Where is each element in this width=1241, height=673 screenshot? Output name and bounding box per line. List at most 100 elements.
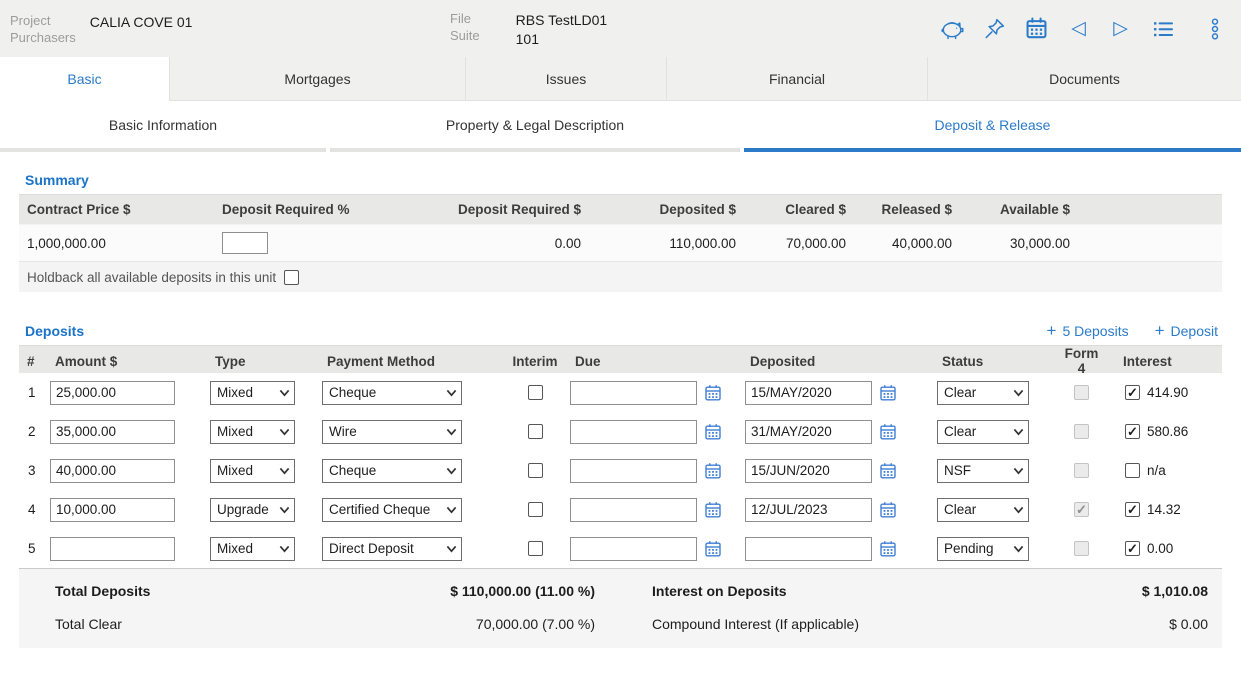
deposits-col-header: Interim (512, 353, 558, 369)
chevron-down-icon (446, 545, 457, 553)
deposited-calendar-icon[interactable] (879, 384, 897, 402)
total-deposits-label: Total Deposits (55, 582, 151, 599)
type-select[interactable]: Upgrade (210, 497, 295, 522)
due-calendar-icon[interactable] (704, 384, 722, 402)
list-icon[interactable] (1150, 16, 1175, 41)
interest-checkbox[interactable] (1125, 541, 1140, 556)
chevron-down-icon (446, 467, 457, 475)
file-suite-label: File Suite (450, 11, 480, 43)
payment-method-select[interactable]: Cheque (322, 380, 462, 405)
previous-icon[interactable]: ◁ (1066, 16, 1091, 41)
subtab-basic-information[interactable]: Basic Information (0, 101, 326, 152)
due-calendar-icon[interactable] (704, 540, 722, 558)
chevron-down-icon (446, 506, 457, 514)
more-options-icon[interactable] (1202, 16, 1227, 41)
interim-checkbox[interactable] (527, 385, 543, 400)
due-date-input[interactable] (570, 458, 697, 483)
holdback-checkbox[interactable] (284, 269, 300, 285)
interest-checkbox[interactable] (1125, 424, 1140, 439)
payment-method-select[interactable]: Direct Deposit (322, 536, 462, 561)
pushpin-icon[interactable] (982, 16, 1007, 41)
due-date-input[interactable] (570, 497, 697, 522)
deposited-date-input[interactable] (745, 419, 872, 444)
type-select[interactable]: Mixed (210, 419, 295, 444)
deposit-release-panel: Summary Contract Price $ Deposit Required… (0, 152, 1241, 648)
cleared-value: 70,000.00 (785, 235, 846, 251)
chevron-down-icon (1013, 428, 1024, 436)
project-purchasers-label: Project Purchasers (10, 13, 76, 45)
amount-input[interactable] (50, 497, 175, 522)
interim-checkbox[interactable] (527, 541, 543, 556)
main-tabs: Basic Mortgages Issues Financial Documents (0, 57, 1241, 101)
interest-checkbox[interactable] (1125, 502, 1140, 517)
next-icon[interactable]: ▷ (1108, 16, 1133, 41)
amount-input[interactable] (50, 380, 175, 405)
deposited-date-input[interactable] (745, 458, 872, 483)
interest-checkbox[interactable] (1125, 463, 1140, 478)
tab-financial[interactable]: Financial (667, 57, 928, 101)
piggy-bank-icon[interactable] (940, 16, 965, 41)
interest-on-deposits-label: Interest on Deposits (652, 582, 787, 599)
deposit-row: 1 Mixed Cheque (19, 373, 1222, 412)
due-calendar-icon[interactable] (704, 423, 722, 441)
released-value: 40,000.00 (891, 235, 952, 251)
due-calendar-icon[interactable] (704, 501, 722, 519)
payment-method-select[interactable]: Cheque (322, 458, 462, 483)
deposited-calendar-icon[interactable] (879, 423, 897, 441)
amount-input[interactable] (50, 536, 175, 561)
payment-method-select[interactable]: Wire (322, 419, 462, 444)
interim-checkbox[interactable] (527, 502, 543, 517)
status-select[interactable]: Clear (937, 419, 1029, 444)
form4-checkbox (1074, 463, 1089, 478)
holdback-label: Holdback all available deposits in this … (27, 269, 277, 285)
deposit-row: 4 Upgrade Certified Cheque (19, 490, 1222, 529)
add-deposit-link[interactable]: + Deposit (1155, 322, 1218, 339)
deposit-number: 5 (28, 541, 36, 556)
form4-checkbox (1074, 385, 1089, 400)
payment-method-select[interactable]: Certified Cheque (322, 497, 462, 522)
chevron-down-icon (1013, 389, 1024, 397)
tab-basic[interactable]: Basic (0, 57, 170, 101)
status-select[interactable]: Clear (937, 380, 1029, 405)
interim-checkbox[interactable] (527, 463, 543, 478)
deposit-number: 2 (28, 424, 36, 439)
deposited-calendar-icon[interactable] (879, 462, 897, 480)
tab-issues[interactable]: Issues (466, 57, 667, 101)
summary-table-row: 1,000,000.00 0.00 110,000.00 70,000.00 4… (19, 224, 1222, 261)
amount-input[interactable] (50, 458, 175, 483)
summary-col-header: Cleared $ (785, 202, 846, 217)
status-select[interactable]: Clear (937, 497, 1029, 522)
calendar-icon[interactable] (1024, 16, 1049, 41)
status-select[interactable]: Pending (937, 536, 1029, 561)
type-select[interactable]: Mixed (210, 458, 295, 483)
summary-col-header: Deposit Required $ (457, 202, 581, 217)
plus-icon: + (1154, 321, 1165, 340)
add-five-deposits-link[interactable]: + 5 Deposits (1047, 322, 1129, 339)
interim-checkbox[interactable] (527, 424, 543, 439)
due-date-input[interactable] (570, 419, 697, 444)
subtab-deposit-release[interactable]: Deposit & Release (744, 101, 1241, 152)
tab-mortgages[interactable]: Mortgages (170, 57, 466, 101)
interest-checkbox[interactable] (1125, 385, 1140, 400)
due-date-input[interactable] (570, 536, 697, 561)
deposited-calendar-icon[interactable] (879, 540, 897, 558)
subtab-property-legal-description[interactable]: Property & Legal Description (330, 101, 740, 152)
due-calendar-icon[interactable] (704, 462, 722, 480)
deposited-date-input[interactable] (745, 536, 872, 561)
amount-input[interactable] (50, 419, 175, 444)
deposit-number: 4 (28, 502, 36, 517)
plus-icon: + (1046, 321, 1057, 340)
type-select[interactable]: Mixed (210, 380, 295, 405)
deposited-date-input[interactable] (745, 380, 872, 405)
deposited-date-input[interactable] (745, 497, 872, 522)
deposit-row: 3 Mixed Cheque (19, 451, 1222, 490)
deposited-calendar-icon[interactable] (879, 501, 897, 519)
chevron-down-icon (279, 506, 290, 514)
due-date-input[interactable] (570, 380, 697, 405)
available-value: 30,000.00 (1009, 235, 1070, 251)
tab-documents[interactable]: Documents (928, 57, 1241, 101)
deposit-required-value: 0.00 (554, 235, 581, 251)
status-select[interactable]: NSF (937, 458, 1029, 483)
deposit-required-pct-input[interactable] (222, 232, 268, 254)
type-select[interactable]: Mixed (210, 536, 295, 561)
